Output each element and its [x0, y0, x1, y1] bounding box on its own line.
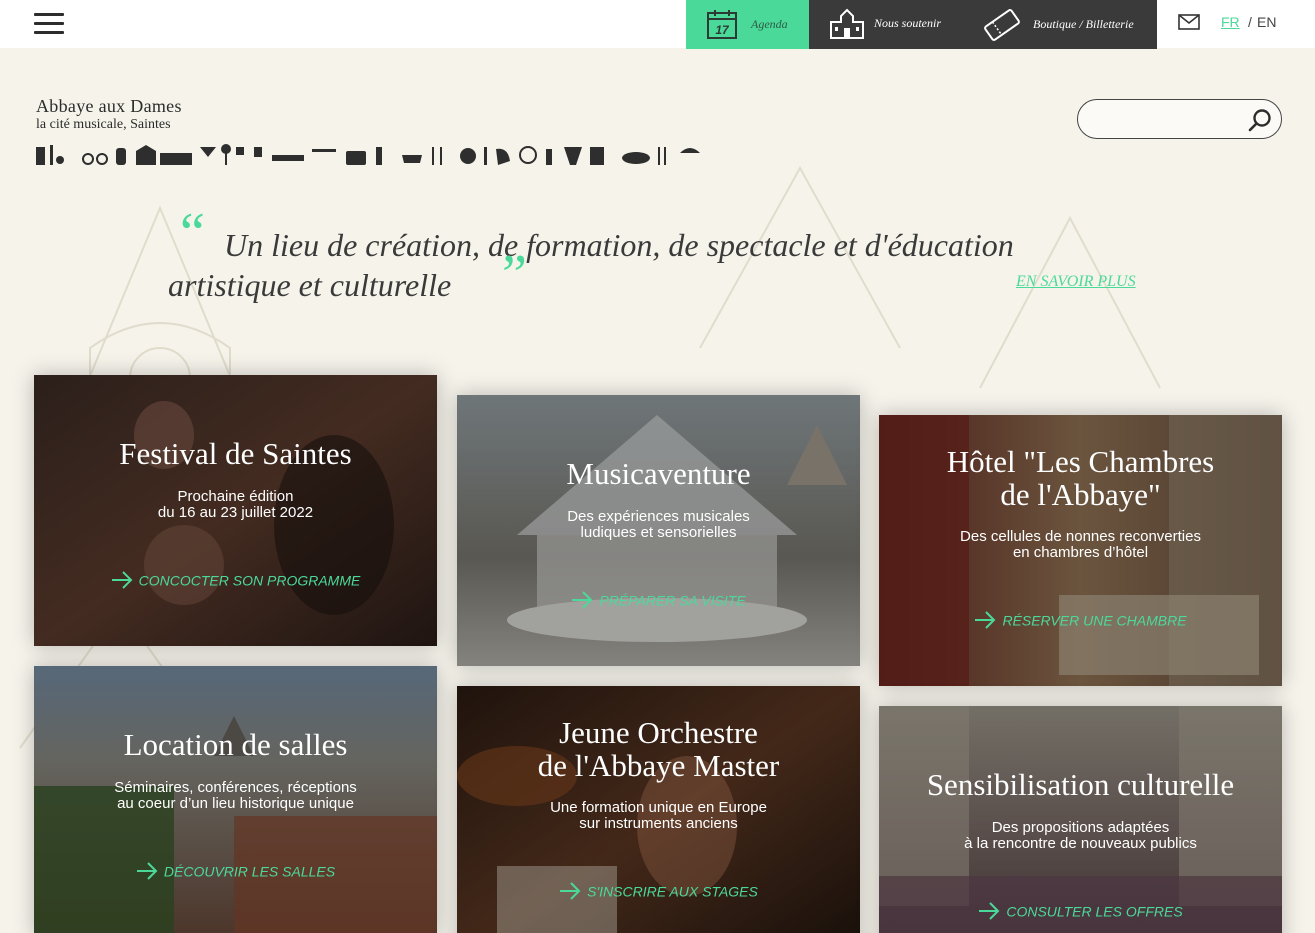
tagline-line-1: Un lieu de création, de formation, de sp… — [224, 227, 1014, 263]
search-icon[interactable] — [1248, 108, 1272, 132]
logo-subtitle[interactable]: la cité musicale, Saintes — [36, 117, 171, 133]
card-description: Des propositions adaptées à la rencontre… — [964, 819, 1197, 852]
card-title: Location de salles — [123, 727, 348, 762]
card-sensibilisation[interactable]: Sensibilisation culturelle Des propositi… — [879, 706, 1282, 933]
language-separator: / — [1248, 14, 1252, 30]
tagline-quote: Un lieu de création, de formation, de sp… — [168, 225, 1128, 305]
card-cta-label: CONCOCTER SON PROGRAMME — [138, 572, 361, 589]
card-title: Hôtel "Les Chambres de l'Abbaye" — [946, 444, 1215, 512]
quote-close-mark: ” — [502, 244, 527, 306]
card-cta-label: DÉCOUVRIR LES SALLES — [163, 863, 336, 880]
card-description: Des expériences musicales ludiques et se… — [567, 508, 750, 541]
logo-title[interactable]: Abbaye aux Dames — [36, 96, 182, 117]
arrow-right-icon — [560, 882, 581, 901]
card-musicaventure[interactable]: Musicaventure Des expériences musicales … — [457, 395, 860, 666]
card-cta-label: RÉSERVER UNE CHAMBRE — [1002, 612, 1187, 629]
language-en-link[interactable]: EN — [1257, 14, 1276, 30]
support-label: Nous soutenir — [874, 16, 942, 30]
agenda-label: Agenda — [751, 17, 788, 31]
church-icon — [830, 8, 864, 39]
card-festival[interactable]: Festival de Saintes Prochaine édition du… — [34, 375, 437, 646]
card-cta-link[interactable]: PRÉPARER SA VISITE — [457, 591, 860, 610]
shop-label: Boutique / Billetterie — [1033, 17, 1134, 31]
card-description: Séminaires, conférences, réceptions au c… — [114, 779, 357, 812]
calendar-day: 17 — [715, 23, 730, 37]
search-box — [1077, 99, 1282, 139]
support-button[interactable]: Nous soutenir — [809, 0, 968, 49]
card-description: Des cellules de nonnes reconverties en c… — [960, 528, 1201, 561]
card-cta-link[interactable]: DÉCOUVRIR LES SALLES — [34, 862, 437, 881]
card-cta-label: PRÉPARER SA VISITE — [599, 592, 746, 609]
card-cta-label: S'INSCRIRE AUX STAGES — [587, 883, 758, 900]
calendar-icon: 17 — [707, 10, 737, 39]
card-cta-link[interactable]: S'INSCRIRE AUX STAGES — [457, 882, 860, 901]
card-hotel[interactable]: Hôtel "Les Chambres de l'Abbaye" Des cel… — [879, 415, 1282, 686]
menu-icon[interactable] — [34, 13, 64, 35]
card-description: Prochaine édition du 16 au 23 juillet 20… — [157, 488, 314, 521]
card-cta-label: CONSULTER LES OFFRES — [1006, 903, 1183, 920]
shop-button[interactable]: Boutique / Billetterie — [968, 0, 1157, 49]
card-cta-link[interactable]: CONSULTER LES OFFRES — [879, 902, 1282, 921]
card-title: Sensibilisation culturelle — [926, 767, 1235, 802]
arrow-right-icon — [136, 862, 158, 881]
card-cta-link[interactable]: RÉSERVER UNE CHAMBRE — [879, 611, 1282, 630]
ticket-icon — [984, 9, 1020, 41]
agenda-button[interactable]: 17 Agenda — [686, 0, 809, 49]
mail-icon[interactable] — [1178, 14, 1200, 30]
card-location[interactable]: Location de salles Séminaires, conférenc… — [34, 666, 437, 933]
arrow-right-icon — [572, 591, 593, 610]
arrow-right-icon — [979, 902, 1000, 921]
card-title: Musicaventure — [566, 456, 751, 491]
logo-pictogram-strip — [36, 144, 700, 165]
card-description: Une formation unique en Europe sur instr… — [550, 799, 767, 832]
tagline-line-2: artistique et culturelle — [168, 267, 452, 303]
card-title: Festival de Saintes — [119, 436, 352, 471]
search-input[interactable] — [1090, 109, 1245, 129]
language-fr-link[interactable]: FR — [1221, 14, 1240, 30]
arrow-right-icon — [111, 571, 133, 590]
learn-more-link[interactable]: EN SAVOIR PLUS — [1016, 273, 1136, 291]
arrow-right-icon — [975, 611, 996, 630]
card-orchestre[interactable]: Jeune Orchestre de l'Abbaye Master Une f… — [457, 686, 860, 933]
card-cta-link[interactable]: CONCOCTER SON PROGRAMME — [34, 571, 437, 590]
card-title: Jeune Orchestre de l'Abbaye Master — [537, 715, 780, 783]
top-bar: 17 Agenda Nous soutenir Boutique / Bille… — [0, 0, 1315, 49]
